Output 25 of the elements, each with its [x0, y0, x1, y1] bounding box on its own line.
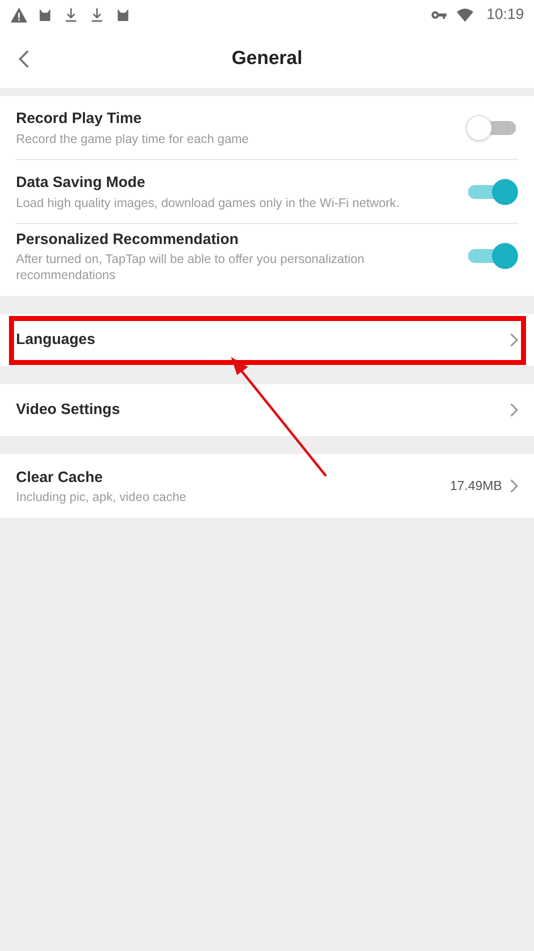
setting-title: Data Saving Mode [16, 173, 146, 194]
toggle-switch[interactable] [466, 114, 518, 140]
setting-description: Record the game play time for each game [16, 130, 250, 147]
setting-description: After turned on, TapTap will be able to offer you personalization recommendations [16, 251, 366, 284]
row-title: Clear Cache [16, 468, 104, 488]
toggle-switch[interactable] [466, 243, 518, 269]
settings-row[interactable]: Clear Cache Including pic, apk, video cache 17.49MB [0, 454, 534, 518]
settings-row[interactable]: Languages [0, 314, 534, 366]
row-title: Video Settings [16, 400, 121, 420]
chevron-icon [510, 403, 518, 417]
row-description: Including pic, apk, video cache [16, 489, 188, 506]
chevron-icon [510, 479, 518, 493]
page-title: General [232, 46, 302, 71]
chevron-icon [510, 333, 518, 347]
setting-title: Record Play Time [16, 109, 143, 130]
setting-title: Personalized Recommendation [16, 230, 240, 250]
clock-time: 10:19 [486, 4, 524, 25]
warning-icon [10, 6, 28, 24]
toggle-switch[interactable] [466, 178, 518, 204]
cache-size: 17.49MB [450, 477, 502, 496]
wifi-icon [456, 6, 474, 24]
back-icon[interactable] [18, 49, 30, 69]
setting-description: Load high quality images, download games only in the Wi-Fi network. [16, 194, 401, 211]
settings-row[interactable]: Video Settings [0, 384, 534, 436]
row-title: Languages [16, 330, 96, 350]
